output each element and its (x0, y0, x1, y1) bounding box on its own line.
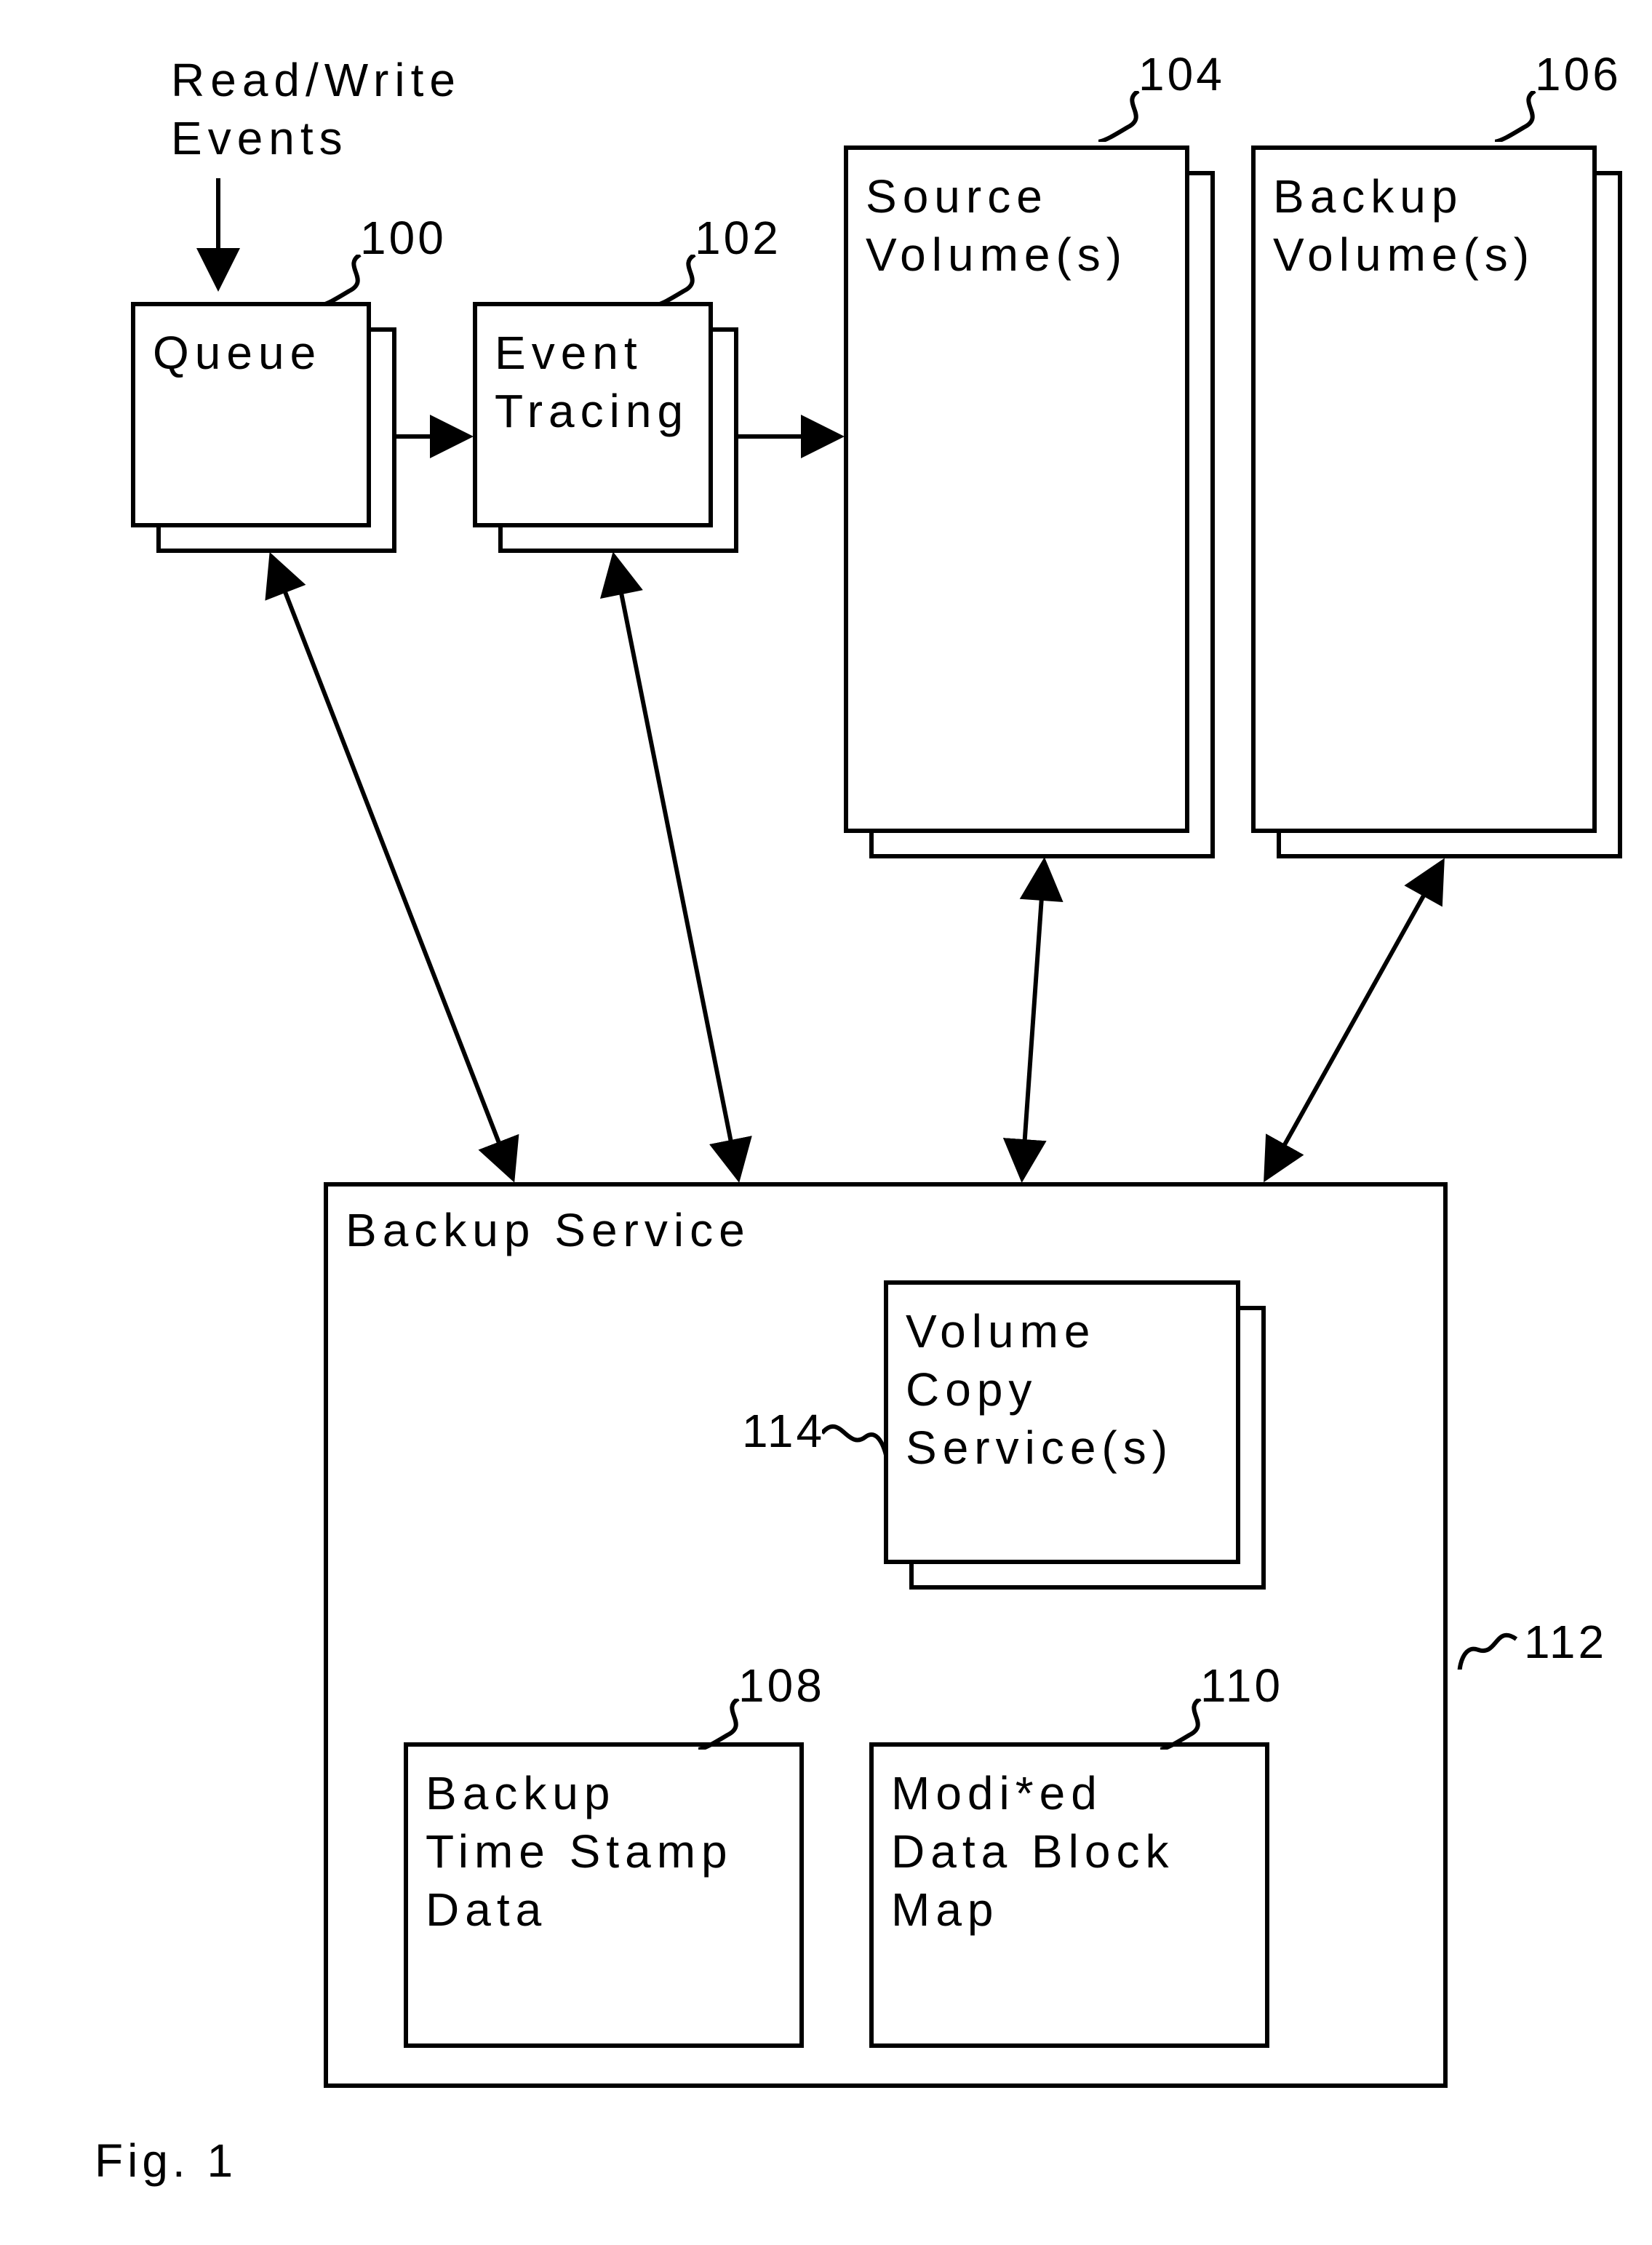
modified-map-box: Modi*ed Data Block Map (869, 1742, 1269, 2048)
read-write-events-label: Read/Write Events (171, 51, 461, 167)
queue-box: Queue (131, 302, 371, 527)
event-tracing-label: Event Tracing (495, 324, 689, 440)
arrow-source-backupservice (1004, 858, 1062, 1193)
squiggle-icon (698, 1699, 764, 1750)
volume-copy-label: Volume Copy Service(s) (906, 1302, 1173, 1477)
ref-112: 112 (1524, 1615, 1607, 1669)
event-tracing-box: Event Tracing (473, 302, 713, 527)
squiggle-icon (1495, 91, 1560, 142)
squiggle-icon (822, 1411, 887, 1462)
backup-service-label: Backup Service (346, 1201, 751, 1259)
figure-caption: Fig. 1 (95, 2132, 237, 2190)
squiggle-icon (655, 255, 720, 306)
arrow-tracing-to-source (738, 422, 847, 451)
arrow-backupvol-backupservice (1251, 858, 1455, 1193)
ref-114: 114 (742, 1404, 825, 1458)
backup-volumes-box: Backup Volume(s) (1251, 145, 1597, 833)
source-volumes-label: Source Volume(s) (866, 167, 1128, 284)
squiggle-icon (320, 255, 386, 306)
backup-volumes-label: Backup Volume(s) (1273, 167, 1535, 284)
queue-label: Queue (153, 324, 322, 382)
arrow-tracing-backupservice (604, 553, 749, 1193)
backup-timestamp-box: Backup Time Stamp Data (404, 1742, 804, 2048)
backup-timestamp-label: Backup Time Stamp Data (426, 1764, 733, 1939)
arrow-queue-backupservice (262, 553, 524, 1193)
modified-map-label: Modi*ed Data Block Map (891, 1764, 1174, 1939)
arrow-queue-to-tracing (396, 422, 476, 451)
squiggle-icon (1160, 1699, 1226, 1750)
squiggle-icon (1455, 1619, 1520, 1670)
source-volumes-box: Source Volume(s) (844, 145, 1189, 833)
squiggle-icon (1098, 91, 1164, 142)
arrow-events-to-queue (204, 178, 233, 295)
diagram-canvas: Read/Write Events 100 Queue 102 Event Tr… (0, 0, 1652, 2245)
volume-copy-box: Volume Copy Service(s) (884, 1280, 1240, 1564)
